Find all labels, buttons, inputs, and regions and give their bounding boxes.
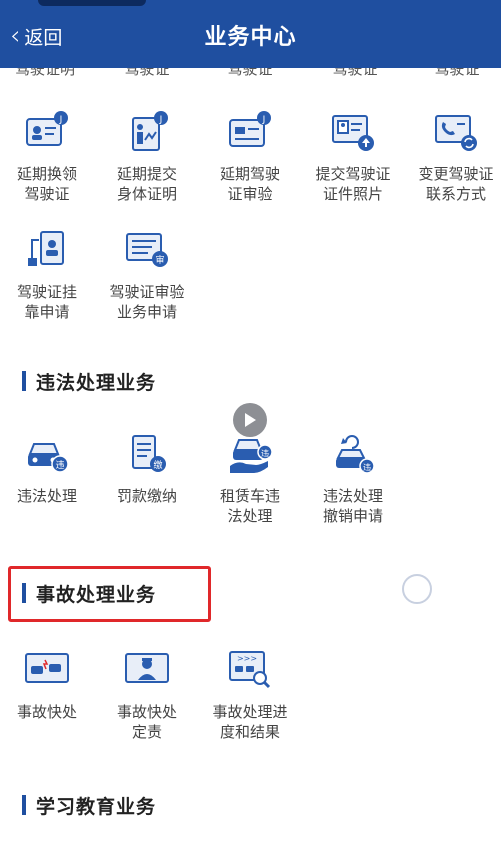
rental-car-icon: 违: [230, 439, 273, 473]
svg-text:J: J: [262, 115, 266, 125]
cut-row-label: 驾驶证明: [14, 68, 75, 78]
fine-payment-label: 罚款缴纳: [116, 487, 177, 505]
section-header-study: 学习教育业务: [22, 792, 156, 818]
contact-change-item[interactable]: 变更驾驶证 联系方式: [406, 110, 501, 204]
violation-revoke-label: 违法处理 撤销申请: [322, 487, 383, 525]
page-title: 业务中心: [204, 25, 297, 50]
license-renew-icon: J: [26, 111, 68, 146]
license-review-label: 驾驶证审验 业务申请: [109, 283, 185, 321]
license-review-delay-label: 延期驾驶 证审验: [219, 165, 280, 203]
accident-liability-item[interactable]: 事故快处 定责: [97, 648, 197, 742]
license-renew-label: 延期换领 驾驶证: [16, 165, 77, 203]
license-review-icon: 审: [126, 233, 168, 267]
video-play-button[interactable]: [233, 403, 267, 437]
cut-row-label: 驾驶证: [332, 68, 378, 78]
violation-revoke-item[interactable]: 违 违法处理 撤销申请: [303, 432, 403, 526]
violation-revoke-icon: 违: [336, 435, 375, 474]
cut-row-label: 驾驶证: [124, 68, 170, 78]
accident-quick-icon: [25, 653, 69, 683]
top-navigation-bar: ‹ 返回 业务中心: [0, 0, 501, 68]
svg-text:违: 违: [55, 460, 64, 471]
car-violation-label: 违法处理: [16, 487, 77, 505]
affiliation-label: 驾驶证挂 靠申请: [16, 283, 77, 321]
accident-progress-label: 事故处理进 度和结果: [212, 703, 288, 741]
car-violation-item[interactable]: 违 违法处理: [0, 432, 97, 506]
health-cert-label: 延期提交 身体证明: [116, 165, 177, 203]
accident-progress-icon: >>>: [229, 651, 271, 689]
accident-liability-icon: [125, 653, 169, 683]
cut-row-label: 驾驶证: [434, 68, 480, 78]
car-violation-icon: 违: [28, 443, 69, 473]
health-cert-item[interactable]: J 延期提交 身体证明: [97, 110, 197, 204]
photo-upload-icon: [332, 115, 374, 151]
section-header-violation: 违法处理业务: [22, 368, 156, 394]
accident-liability-label: 事故快处 定责: [116, 703, 177, 741]
fine-payment-item[interactable]: 缴 罚款缴纳: [97, 432, 197, 506]
health-cert-icon: J: [132, 111, 168, 151]
loading-spinner: [402, 574, 432, 604]
section-title: 违法处理业务: [36, 371, 157, 394]
svg-text:审: 审: [155, 254, 164, 266]
section-accent-bar: [22, 795, 26, 815]
svg-text:违: 违: [363, 463, 371, 472]
status-notch: [38, 0, 146, 6]
photo-upload-label: 提交驾驶证 证件照片: [315, 165, 391, 203]
photo-upload-item[interactable]: 提交驾驶证 证件照片: [303, 110, 403, 204]
rental-car-label: 租赁车违 法处理: [219, 487, 280, 525]
affiliation-icon: [28, 231, 64, 266]
contact-change-icon: [435, 115, 477, 151]
license-renew-item[interactable]: J 延期换领 驾驶证: [0, 110, 97, 204]
cut-row-label: 驾驶证: [227, 68, 273, 78]
section-title: 学习教育业务: [36, 795, 157, 818]
highlight-box: [8, 566, 211, 622]
accident-quick-item[interactable]: 事故快处: [0, 648, 97, 722]
contact-change-label: 变更驾驶证 联系方式: [418, 165, 494, 203]
affiliation-item[interactable]: 驾驶证挂 靠申请: [0, 228, 97, 322]
svg-text:缴: 缴: [153, 459, 162, 471]
svg-text:>>>: >>>: [237, 654, 257, 663]
license-review-delay-icon: J: [229, 111, 271, 147]
scrolled-row: 驾驶证明 驾驶证 驾驶证 驾驶证 驾驶证: [0, 68, 501, 78]
svg-text:J: J: [59, 115, 63, 125]
fine-payment-icon: 缴: [132, 435, 166, 472]
rental-car-item[interactable]: 违 租赁车违 法处理: [200, 432, 300, 526]
accident-quick-label: 事故快处: [16, 703, 77, 721]
license-review-item[interactable]: 审 驾驶证审验 业务申请: [97, 228, 197, 322]
accident-progress-item[interactable]: >>> 事故处理进 度和结果: [200, 648, 300, 742]
play-icon: [245, 413, 256, 427]
license-review-delay-item[interactable]: J 延期驾驶 证审验: [200, 110, 300, 204]
svg-text:J: J: [159, 115, 163, 125]
section-accent-bar: [22, 371, 26, 391]
svg-text:违: 违: [261, 449, 269, 458]
